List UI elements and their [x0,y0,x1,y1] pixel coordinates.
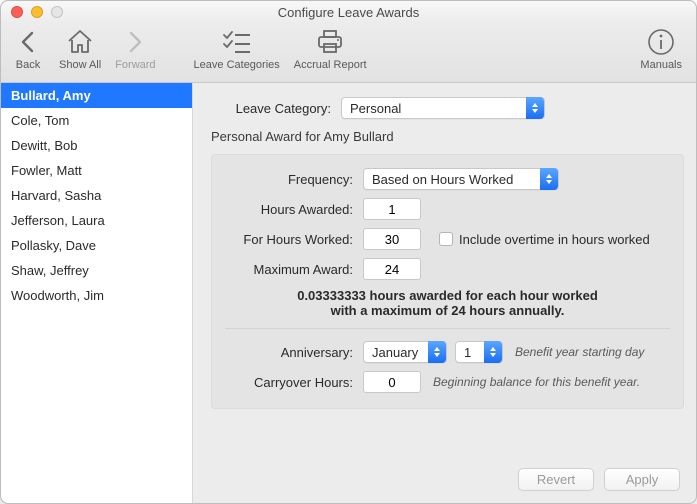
home-icon [65,27,95,57]
for-hours-worked-label: For Hours Worked: [225,232,363,247]
carryover-hours-input[interactable] [363,371,421,393]
leave-category-select[interactable]: Personal [341,97,545,119]
anniversary-month-select[interactable]: January [363,341,447,363]
anniversary-day-select[interactable]: 1 [455,341,503,363]
window-title: Configure Leave Awards [1,5,696,20]
chevron-up-down-icon [428,341,446,363]
anniversary-hint: Benefit year starting day [515,345,644,359]
carryover-hint: Beginning balance for this benefit year. [433,375,640,389]
chevron-up-down-icon [540,168,558,190]
award-summary: 0.03333333 hours awarded for each hour w… [225,288,670,318]
maximum-award-input[interactable] [363,258,421,280]
anniversary-label: Anniversary: [225,345,363,360]
chevron-right-icon [124,27,146,57]
footer-buttons: Revert Apply [518,468,680,491]
printer-icon [313,27,347,57]
leave-category-label: Leave Category: [211,101,341,116]
for-hours-worked-input[interactable] [363,228,421,250]
list-item[interactable]: Pollasky, Dave [1,233,192,258]
hours-awarded-input[interactable] [363,198,421,220]
chevron-up-down-icon [526,97,544,119]
list-item[interactable]: Woodworth, Jim [1,283,192,308]
chevron-up-down-icon [484,341,502,363]
award-settings-panel: Frequency: Based on Hours Worked Hours A… [211,154,684,409]
apply-button[interactable]: Apply [604,468,680,491]
leave-categories-button[interactable]: Leave Categories [194,27,280,71]
award-section-title: Personal Award for Amy Bullard [211,129,684,144]
maximum-award-label: Maximum Award: [225,262,363,277]
frequency-select[interactable]: Based on Hours Worked [363,168,559,190]
main-panel: Leave Category: Personal Personal Award … [193,83,696,503]
hours-awarded-label: Hours Awarded: [225,202,363,217]
toolbar: Back Show All Forward [1,23,696,83]
config-leave-awards-window: Configure Leave Awards Back Show All Fo [0,0,697,504]
list-item[interactable]: Harvard, Sasha [1,183,192,208]
revert-button[interactable]: Revert [518,468,594,491]
titlebar: Configure Leave Awards [1,1,696,23]
list-item[interactable]: Dewitt, Bob [1,133,192,158]
carryover-label: Carryover Hours: [225,375,363,390]
list-item[interactable]: Jefferson, Laura [1,208,192,233]
include-overtime-checkbox[interactable] [439,232,453,246]
frequency-label: Frequency: [225,172,363,187]
list-item[interactable]: Shaw, Jeffrey [1,258,192,283]
divider [225,328,670,329]
checklist-icon [220,27,254,57]
show-all-button[interactable]: Show All [59,27,101,71]
chevron-left-icon [17,27,39,57]
info-icon [646,27,676,57]
forward-button[interactable]: Forward [115,27,155,71]
list-item[interactable]: Cole, Tom [1,108,192,133]
manuals-button[interactable]: Manuals [640,27,682,71]
employee-list[interactable]: Bullard, Amy Cole, Tom Dewitt, Bob Fowle… [1,83,193,503]
include-overtime-label: Include overtime in hours worked [459,232,650,247]
back-button[interactable]: Back [11,27,45,71]
list-item[interactable]: Bullard, Amy [1,83,192,108]
list-item[interactable]: Fowler, Matt [1,158,192,183]
accrual-report-button[interactable]: Accrual Report [294,27,367,71]
